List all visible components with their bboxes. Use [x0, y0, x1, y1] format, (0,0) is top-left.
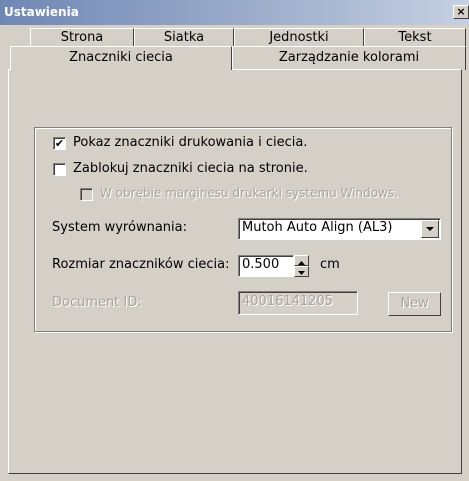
alignment-label: System wyrównania: [52, 220, 187, 235]
settings-window: Ustawienia × Strona Siatka Jednostki Tek… [0, 0, 469, 481]
lock-marks-checkbox[interactable] [53, 163, 66, 176]
spin-down-button[interactable] [294, 266, 309, 277]
document-id-value: 40016141205 [242, 294, 333, 309]
document-id-input: 40016141205 [238, 291, 358, 315]
chevron-down-icon [426, 227, 434, 231]
windows-margin-checkbox [80, 188, 93, 201]
tab-tekst[interactable]: Tekst [364, 28, 466, 47]
title-bar[interactable]: Ustawienia × [0, 0, 469, 25]
mark-size-value: 0.500 [242, 257, 280, 272]
mark-size-input[interactable]: 0.500 [238, 255, 294, 277]
windows-margin-label: W obrębie marginesu drukarki systemu Win… [100, 186, 398, 200]
spin-up-button[interactable] [294, 255, 309, 266]
alignment-select[interactable]: Mutoh Auto Align (AL3) [238, 218, 441, 240]
new-button: New [388, 292, 441, 316]
alignment-value: Mutoh Auto Align (AL3) [242, 220, 393, 235]
show-marks-checkbox[interactable]: ✔ [53, 137, 66, 150]
tab-jednostki[interactable]: Jednostki [234, 28, 364, 47]
window-title: Ustawienia [4, 5, 79, 19]
document-id-label: Document ID: [52, 295, 142, 310]
show-marks-label[interactable]: Pokaz znaczniki drukowania i ciecia. [73, 135, 307, 150]
lock-marks-label[interactable]: Zablokuj znaczniki ciecia na stronie. [73, 161, 308, 176]
mark-size-label: Rozmiar znaczników ciecia: [52, 257, 230, 272]
close-button[interactable]: × [453, 5, 469, 19]
tab-siatka[interactable]: Siatka [134, 28, 234, 47]
mark-size-unit: cm [320, 257, 340, 272]
tab-zarzadzanie-kolorami[interactable]: Zarządzanie kolorami [232, 46, 466, 70]
dropdown-button[interactable] [421, 220, 439, 238]
tab-strona[interactable]: Strona [30, 28, 134, 47]
tab-znaczniki-ciecia[interactable]: Znaczniki ciecia [10, 46, 232, 70]
arrow-down-icon [298, 271, 305, 275]
